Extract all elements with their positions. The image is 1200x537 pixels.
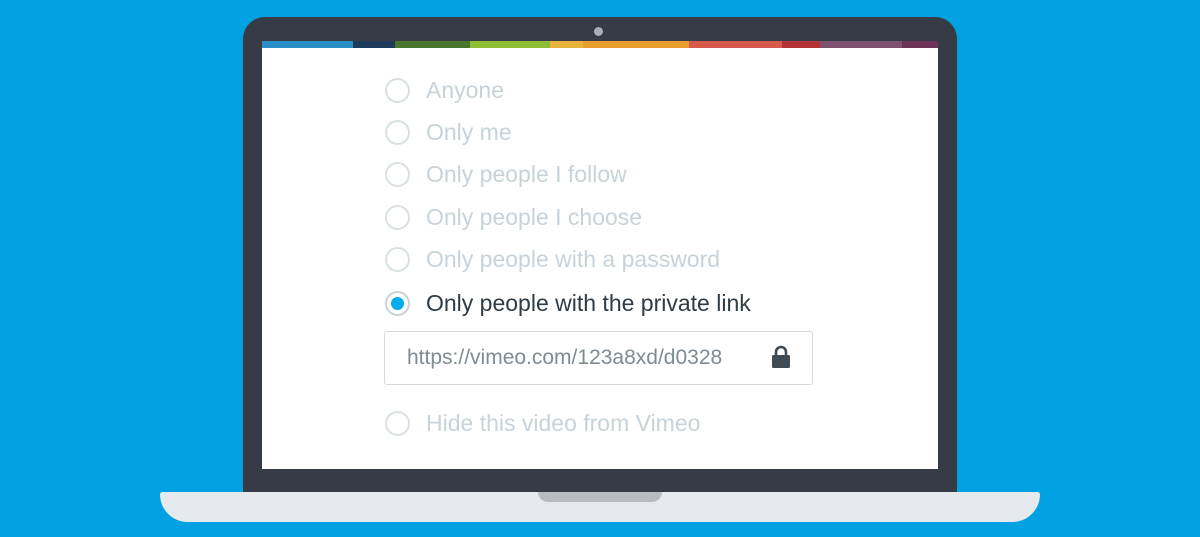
privacy-option-people-i-follow[interactable]: Only people I follow	[385, 159, 627, 189]
radio-button[interactable]	[385, 77, 410, 103]
laptop-lid: Anyone Only me Only people I follow Only…	[243, 17, 957, 501]
color-strip-segment	[902, 41, 938, 48]
color-strip-segment	[262, 41, 353, 48]
checkbox-hide-from-vimeo[interactable]	[385, 410, 410, 436]
lock-icon	[772, 345, 790, 368]
color-strip-segment	[782, 41, 820, 48]
privacy-option-only-me[interactable]: Only me	[385, 117, 512, 147]
laptop-base	[160, 492, 1040, 522]
radio-button[interactable]	[385, 119, 410, 145]
color-strip-segment	[820, 41, 902, 48]
hide-from-vimeo-label: Hide this video from Vimeo	[426, 409, 701, 436]
privacy-option-anyone[interactable]: Anyone	[385, 75, 504, 105]
privacy-option-private-link[interactable]: Only people with the private link	[385, 288, 751, 318]
camera-dot	[594, 27, 603, 36]
color-strip-segment	[353, 41, 395, 48]
laptop-screen: Anyone Only me Only people I follow Only…	[262, 41, 938, 469]
color-strip-segment	[470, 41, 550, 48]
color-strip	[262, 41, 938, 48]
option-label: Only people I choose	[426, 203, 643, 230]
option-label: Only me	[426, 118, 512, 145]
radio-button[interactable]	[385, 161, 410, 187]
color-strip-segment	[550, 41, 583, 48]
color-strip-segment	[395, 41, 470, 48]
privacy-option-people-i-choose[interactable]: Only people I choose	[385, 202, 642, 232]
radio-button[interactable]	[385, 246, 410, 272]
hide-from-vimeo-option[interactable]: Hide this video from Vimeo	[385, 408, 700, 438]
option-label: Only people with a password	[426, 245, 721, 272]
color-strip-segment	[689, 41, 782, 48]
radio-button-selected[interactable]	[385, 290, 410, 316]
color-strip-segment	[583, 41, 689, 48]
option-label: Only people I follow	[426, 160, 627, 187]
radio-button[interactable]	[385, 204, 410, 230]
radio-selected-dot	[391, 296, 404, 310]
option-label: Only people with the private link	[426, 289, 751, 316]
option-label: Anyone	[426, 76, 505, 103]
private-link-field[interactable]: https://vimeo.com/123a8xd/d0328	[384, 331, 813, 385]
privacy-option-password[interactable]: Only people with a password	[385, 244, 720, 274]
private-link-url[interactable]: https://vimeo.com/123a8xd/d0328	[407, 346, 722, 370]
laptop-notch	[538, 492, 662, 502]
